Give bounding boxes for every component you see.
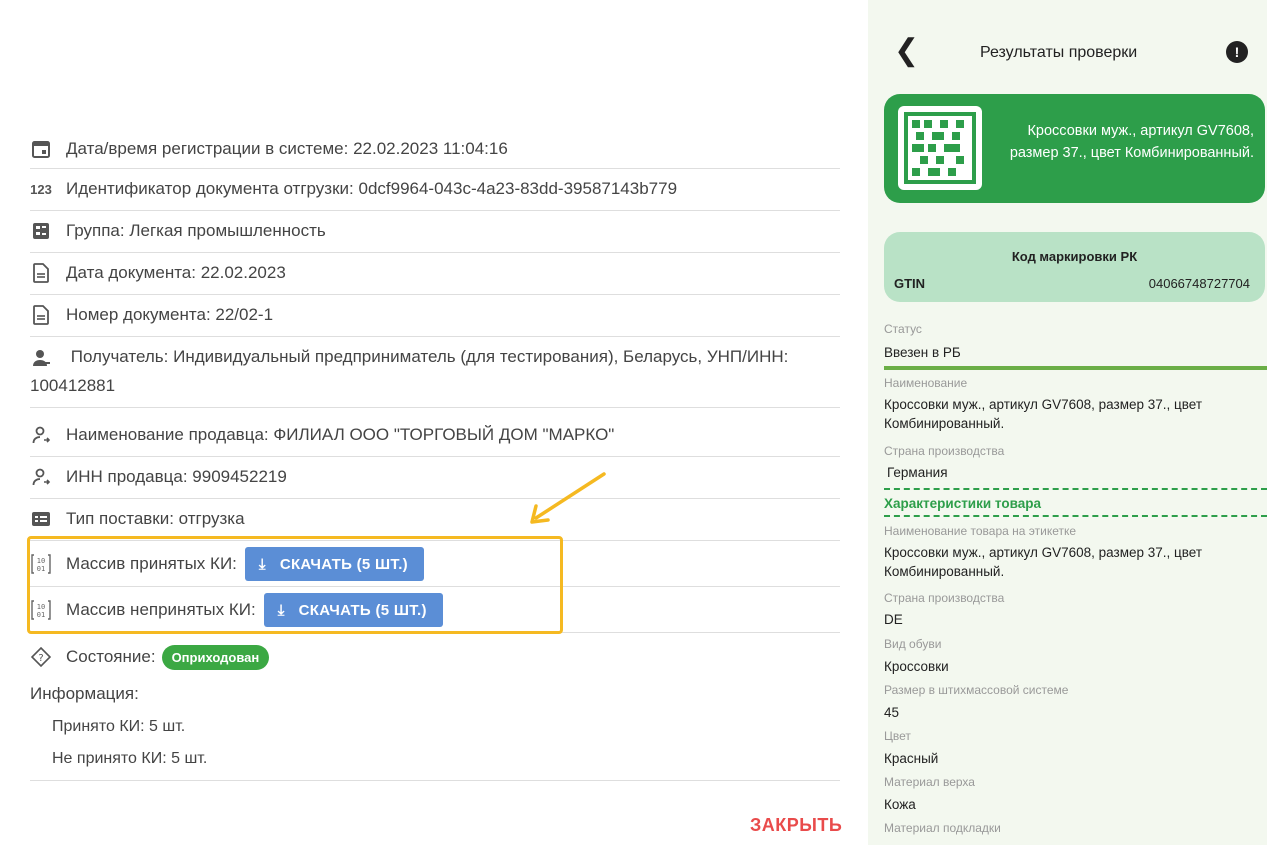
group-row: Группа: Легкая промышленность	[30, 210, 840, 253]
group-text: Группа: Легкая промышленность	[66, 221, 326, 240]
seller-name-row: Наименование продавца: ФИЛИАЛ ООО "ТОРГО…	[30, 414, 840, 457]
marking-code-title: Код маркировки РК	[1011, 249, 1138, 264]
info-rejected: Не принято КИ: 5 шт.	[52, 750, 208, 767]
shipment-id-text: Идентификатор документа отгрузки: 0dcf99…	[66, 179, 678, 198]
product-name: Кроссовки муж., артикул GV7608, размер 3…	[1009, 123, 1254, 161]
seller-icon	[30, 424, 52, 446]
origin-label: Страна производства	[884, 591, 1005, 605]
results-header: ❮ Результаты проверки !	[868, 34, 1267, 74]
recipient-icon	[30, 347, 52, 369]
info-title: Информация:	[30, 684, 139, 703]
country-value: Германия	[887, 465, 948, 480]
lining-material-label: Материал подкладки	[884, 821, 1001, 835]
numbers-icon: 123	[30, 181, 52, 197]
label-name-value: Кроссовки муж., артикул GV7608, размер 3…	[884, 545, 1203, 579]
shoe-type-value: Кроссовки	[884, 659, 949, 674]
shoe-type-label: Вид обуви	[884, 637, 942, 651]
document-icon	[30, 262, 52, 284]
country-label: Страна производства	[884, 444, 1005, 458]
shipment-id-row: 123 Идентификатор документа отгрузки: 0d…	[30, 168, 840, 211]
doc-number-text: Номер документа: 22/02-1	[66, 305, 274, 324]
recipient-value: Получатель: Индивидуальный предпринимате…	[30, 347, 789, 395]
color-value: Красный	[884, 751, 939, 766]
name-label: Наименование	[884, 376, 968, 390]
section-divider	[884, 515, 1267, 517]
size-value: 45	[884, 705, 900, 720]
recipient-row: Получатель: Индивидуальный предпринимате…	[30, 336, 840, 408]
annotation-arrow-icon	[530, 472, 606, 524]
origin-value: DE	[884, 612, 903, 627]
label-name-label: Наименование товара на этикетке	[884, 524, 1077, 538]
calendar-icon	[30, 138, 52, 160]
delivery-type-text: Тип поставки: отгрузка	[66, 509, 245, 528]
close-button[interactable]: ЗАКРЫТЬ	[750, 815, 842, 836]
delivery-type-row: Тип поставки: отгрузка	[30, 498, 840, 541]
status-value: Ввезен в РБ	[884, 345, 961, 360]
upper-material-value: Кожа	[884, 797, 916, 812]
product-card: Кроссовки муж., артикул GV7608, размер 3…	[884, 94, 1265, 203]
registration-row: Дата/время регистрации в системе: 22.02.…	[30, 130, 840, 169]
seller-icon	[30, 466, 52, 488]
seller-inn-row: ИНН продавца: 9909452219	[30, 456, 840, 499]
marking-code-card: Код маркировки РК GTIN 04066748727704	[884, 232, 1265, 302]
seller-name-text: Наименование продавца: ФИЛИАЛ ООО "ТОРГО…	[66, 425, 615, 444]
status-label: Статус	[884, 322, 922, 336]
divider	[30, 780, 840, 781]
list-icon	[30, 508, 52, 530]
status-badge: Оприходован	[161, 644, 270, 670]
recipient-text: Получатель: Индивидуальный предпринимате…	[30, 342, 840, 400]
svg-text:?: ?	[38, 653, 43, 664]
color-label: Цвет	[884, 729, 911, 743]
upper-material-label: Материал верха	[884, 775, 975, 789]
datamatrix-code-icon	[898, 106, 982, 190]
gtin-value: 04066748727704	[1148, 276, 1250, 291]
size-label: Размер в штихмассовой системе	[884, 683, 1069, 697]
document-details-panel: Дата/время регистрации в системе: 22.02.…	[0, 0, 868, 845]
doc-date-row: Дата документа: 22.02.2023	[30, 252, 840, 295]
doc-date-text: Дата документа: 22.02.2023	[66, 263, 286, 282]
results-title: Результаты проверки	[980, 44, 1138, 61]
document-icon	[30, 304, 52, 326]
name-value: Кроссовки муж., артикул GV7608, размер 3…	[884, 397, 1203, 431]
info-accepted: Принято КИ: 5 шт.	[52, 718, 186, 735]
back-arrow-icon[interactable]: ❮	[894, 36, 919, 66]
feedback-icon[interactable]: !	[1226, 41, 1248, 63]
highlight-frame	[27, 536, 563, 634]
help-diamond-icon: ?	[30, 646, 52, 668]
check-results-panel: ❮ Результаты проверки ! Кроссовки муж., …	[868, 0, 1267, 845]
status-progress-bar	[884, 366, 1267, 370]
state-label: Состояние:	[66, 647, 156, 666]
gtin-label: GTIN	[894, 276, 926, 291]
registration-text: Дата/время регистрации в системе: 22.02.…	[66, 139, 508, 158]
group-icon	[30, 220, 52, 242]
doc-number-row: Номер документа: 22/02-1	[30, 294, 840, 337]
section-divider	[884, 488, 1267, 490]
characteristics-title: Характеристики товара	[884, 496, 1041, 511]
seller-inn-text: ИНН продавца: 9909452219	[66, 467, 287, 486]
state-row: ? Состояние: Оприходован	[30, 636, 840, 678]
